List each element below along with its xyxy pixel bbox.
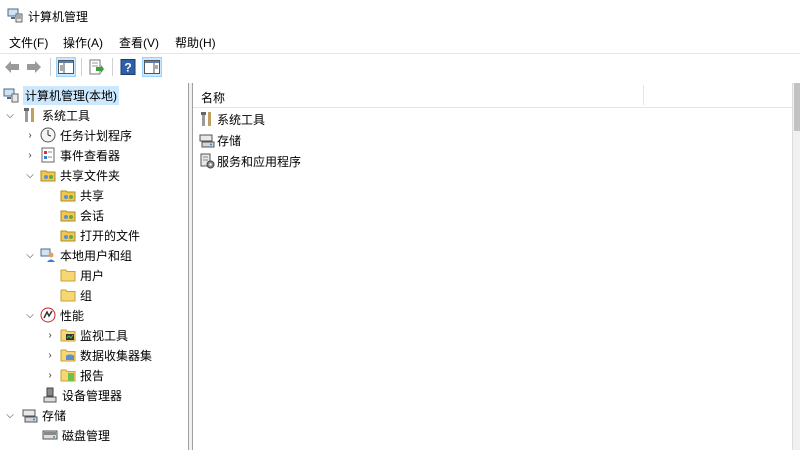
tree-item-computer-management[interactable]: 计算机管理(本地) — [3, 85, 119, 105]
chevron-down-icon[interactable]: ⌵ — [4, 409, 16, 421]
monitor-folder-icon — [60, 329, 76, 342]
services-icon — [200, 153, 215, 169]
list-item[interactable]: 存储 — [199, 130, 241, 150]
toolbar-separator — [81, 58, 82, 76]
list-item[interactable]: 服务和应用程序 — [199, 151, 301, 171]
tree-item-disk-management[interactable]: 磁盘管理 — [42, 425, 110, 445]
menu-bar: 文件(F) 操作(A) 查看(V) 帮助(H) — [0, 30, 800, 52]
show-hide-action-pane-icon[interactable] — [142, 57, 162, 77]
tree-item-label: 报告 — [80, 368, 105, 383]
computer-management-icon — [3, 88, 19, 103]
tree-item-label: 系统工具 — [42, 108, 91, 123]
column-header-name[interactable]: 名称 — [201, 89, 225, 106]
tree-item-label: 存储 — [42, 408, 67, 423]
tree-item-label: 共享 — [80, 188, 105, 203]
window-title: 计算机管理 — [28, 10, 89, 24]
computer-management-icon — [7, 8, 23, 23]
tree-item-event-viewer[interactable]: › 事件查看器 — [24, 145, 120, 165]
shared-folder-icon — [40, 170, 56, 182]
device-manager-icon — [43, 387, 57, 403]
clock-icon — [40, 127, 56, 143]
disk-icon — [42, 430, 58, 440]
tree-item-storage[interactable]: ⌵ 存储 — [4, 405, 66, 425]
users-icon — [40, 248, 55, 262]
tree-item-label: 计算机管理(本地) — [23, 85, 119, 105]
column-divider[interactable] — [643, 85, 644, 105]
shared-folder-icon — [60, 210, 76, 222]
tree-item-label: 本地用户和组 — [60, 248, 133, 263]
list-item[interactable]: 系统工具 — [199, 109, 265, 129]
list-item-label: 服务和应用程序 — [217, 154, 302, 169]
performance-icon — [40, 307, 56, 323]
tree-item-users[interactable]: 用户 — [60, 265, 104, 285]
tree-item-reports[interactable]: › 报告 — [44, 365, 104, 385]
console-tree[interactable]: 计算机管理(本地) ⌵ 系统工具 › 任务计划程序 › 事件查看器 ⌵ 共享文件… — [0, 83, 189, 450]
results-pane[interactable]: 名称 系统工具 存储 服务和应用程序 — [192, 83, 793, 450]
tree-item-label: 事件查看器 — [60, 148, 121, 163]
tree-item-label: 磁盘管理 — [62, 428, 111, 443]
toolbar-separator — [50, 58, 51, 76]
tree-item-task-scheduler[interactable]: › 任务计划程序 — [24, 125, 132, 145]
menu-action[interactable]: 操作(A) — [63, 34, 103, 51]
toolbar: ? — [0, 53, 800, 81]
forward-icon[interactable] — [24, 57, 44, 77]
tree-item-local-users-groups[interactable]: ⌵ 本地用户和组 — [24, 245, 132, 265]
export-list-icon[interactable] — [87, 57, 107, 77]
tools-icon — [201, 112, 211, 126]
show-hide-console-tree-icon[interactable] — [56, 57, 76, 77]
menu-file[interactable]: 文件(F) — [9, 34, 48, 51]
tree-item-label: 组 — [80, 288, 93, 303]
vertical-scrollbar[interactable] — [792, 83, 800, 450]
tree-item-device-manager[interactable]: 设备管理器 — [42, 385, 122, 405]
list-item-label: 系统工具 — [217, 112, 266, 127]
chevron-right-icon[interactable]: › — [24, 149, 36, 161]
tree-item-label: 共享文件夹 — [60, 168, 121, 183]
event-viewer-icon — [41, 147, 55, 163]
tree-item-performance[interactable]: ⌵ 性能 — [24, 305, 84, 325]
folder-icon — [60, 289, 76, 302]
tree-item-label: 设备管理器 — [62, 388, 123, 403]
tree-item-label: 性能 — [60, 308, 85, 323]
title-bar: 计算机管理 — [0, 0, 800, 30]
chevron-down-icon[interactable]: ⌵ — [24, 249, 36, 261]
menu-help[interactable]: 帮助(H) — [175, 34, 216, 51]
tree-item-monitoring-tools[interactable]: › 监视工具 — [44, 325, 128, 345]
svg-text:?: ? — [124, 61, 131, 75]
tree-item-label: 数据收集器集 — [80, 348, 153, 363]
chevron-right-icon[interactable]: › — [44, 349, 56, 361]
tree-item-label: 会话 — [80, 208, 105, 223]
shared-folder-icon — [60, 230, 76, 242]
tree-item-label: 监视工具 — [80, 328, 129, 343]
chevron-right-icon[interactable]: › — [24, 129, 36, 141]
chevron-down-icon[interactable]: ⌵ — [24, 169, 36, 181]
tree-item-system-tools[interactable]: ⌵ 系统工具 — [4, 105, 90, 125]
chevron-down-icon[interactable]: ⌵ — [4, 109, 16, 121]
list-header: 名称 — [193, 83, 793, 108]
tree-item-data-collector-sets[interactable]: › 数据收集器集 — [44, 345, 152, 365]
tools-icon — [24, 108, 34, 122]
storage-icon — [22, 409, 38, 423]
tree-item-open-files[interactable]: 打开的文件 — [60, 225, 140, 245]
tree-item-label: 用户 — [80, 268, 105, 283]
folder-icon — [60, 269, 76, 282]
tree-item-groups[interactable]: 组 — [60, 285, 92, 305]
tree-item-sessions[interactable]: 会话 — [60, 205, 104, 225]
help-icon[interactable]: ? — [118, 57, 138, 77]
tree-item-label: 任务计划程序 — [60, 128, 133, 143]
chevron-down-icon[interactable]: ⌵ — [24, 309, 36, 321]
data-collector-icon — [60, 349, 76, 362]
shared-folder-icon — [60, 190, 76, 202]
chevron-right-icon[interactable]: › — [44, 329, 56, 341]
chevron-right-icon[interactable]: › — [44, 369, 56, 381]
toolbar-separator — [112, 58, 113, 76]
list-item-label: 存储 — [217, 133, 242, 148]
menu-view[interactable]: 查看(V) — [119, 34, 159, 51]
tree-item-shared-folders[interactable]: ⌵ 共享文件夹 — [24, 165, 120, 185]
scrollbar-thumb[interactable] — [794, 83, 800, 131]
report-folder-icon — [60, 369, 76, 382]
tree-item-label: 打开的文件 — [80, 228, 141, 243]
back-icon[interactable] — [2, 57, 22, 77]
storage-icon — [199, 134, 215, 148]
tree-item-shares[interactable]: 共享 — [60, 185, 104, 205]
